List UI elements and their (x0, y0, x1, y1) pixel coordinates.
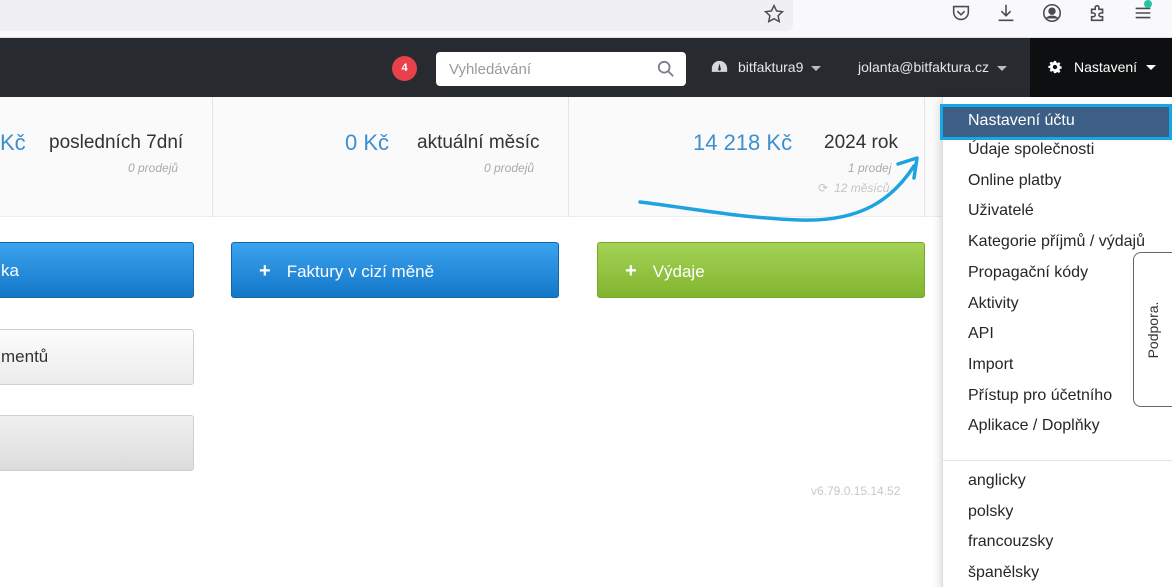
dropdown-item-categories[interactable]: Kategorie příjmů / výdajů (968, 233, 1145, 251)
language-english[interactable]: anglicky (968, 472, 1026, 490)
dashboard-icon (711, 60, 728, 75)
stat-count: 0 prodejů (484, 161, 535, 175)
extensions-icon[interactable] (1087, 2, 1109, 24)
app-version: v6.79.0.15.14.52 (811, 484, 901, 498)
dropdown-item-label: Nastavení účtu (968, 112, 1075, 129)
dropdown-item-users[interactable]: Uživatelé (968, 202, 1034, 220)
dropdown-item-apps-addons[interactable]: Aplikace / Doplňky (968, 417, 1100, 435)
button-label: mentů (1, 347, 49, 366)
browser-toolbar (0, 0, 1172, 38)
foreign-currency-invoices-button[interactable]: + Faktury v cizí měně (231, 242, 559, 298)
search-input[interactable] (436, 52, 651, 86)
star-icon[interactable] (763, 3, 785, 25)
download-icon[interactable] (995, 2, 1017, 24)
url-bar[interactable] (0, 0, 793, 31)
update-indicator (1144, 0, 1152, 8)
settings-menu-toggle[interactable]: Nastavení (1030, 38, 1172, 97)
dropdown-item-account-settings[interactable]: Nastavení účtu (940, 104, 1172, 140)
stat-period: posledních 7dní (49, 132, 184, 153)
chevron-down-icon (811, 65, 822, 71)
divider (568, 97, 569, 217)
dropdown-divider (943, 460, 1172, 461)
documents-button[interactable]: mentů (0, 329, 194, 385)
button-label: ka (1, 261, 19, 280)
app-navbar: 4 bitfaktura9 jolanta@bitfaktura.cz Nast… (0, 38, 1172, 97)
button-label: Faktury v cizí měně (286, 262, 435, 281)
company-name: bitfaktura9 (738, 59, 804, 75)
pocket-icon[interactable] (950, 2, 972, 24)
dropdown-item-online-payments[interactable]: Online platby (968, 172, 1061, 190)
gear-icon (1048, 60, 1062, 74)
notification-badge[interactable]: 4 (392, 56, 417, 81)
language-spanish[interactable]: španělsky (968, 564, 1039, 582)
settings-label: Nastavení (1074, 59, 1138, 75)
expenses-button[interactable]: + Výdaje (597, 242, 925, 298)
dropdown-item-company-details[interactable]: Údaje společnosti (968, 141, 1094, 159)
dropdown-item-activities[interactable]: Aktivity (968, 295, 1019, 313)
new-invoice-button[interactable]: ka (0, 242, 194, 298)
dropdown-item-import[interactable]: Import (968, 356, 1013, 374)
search-icon[interactable] (657, 60, 675, 78)
language-french[interactable]: francouzsky (968, 533, 1053, 551)
divider (212, 97, 213, 217)
chevron-down-icon (996, 65, 1007, 71)
stat-amount: 0 Kč (345, 130, 390, 155)
chevron-down-icon (1146, 65, 1156, 70)
secondary-button[interactable] (0, 415, 194, 471)
stat-period: aktuální měsíc (417, 132, 540, 153)
plus-icon: + (625, 260, 637, 282)
dropdown-item-promo-codes[interactable]: Propagační kódy (968, 264, 1088, 282)
button-label: Výdaje (652, 262, 705, 281)
annotation-arrow (638, 156, 919, 222)
dropdown-item-api[interactable]: API (968, 325, 994, 343)
user-email: jolanta@bitfaktura.cz (858, 59, 989, 75)
search-box (436, 52, 686, 86)
arrow-shaft (638, 164, 916, 222)
dropdown-item-accountant-access[interactable]: Přístup pro účetního (968, 387, 1112, 405)
company-switcher[interactable]: bitfaktura9 (738, 38, 822, 97)
account-icon[interactable] (1041, 2, 1063, 24)
plus-icon: + (259, 260, 271, 282)
stat-amount: Kč (0, 130, 26, 155)
language-polish[interactable]: polsky (968, 503, 1013, 521)
user-menu[interactable]: jolanta@bitfaktura.cz (858, 38, 1007, 97)
support-label: Podpora. (1145, 301, 1161, 359)
stat-count: 0 prodejů (128, 161, 179, 175)
